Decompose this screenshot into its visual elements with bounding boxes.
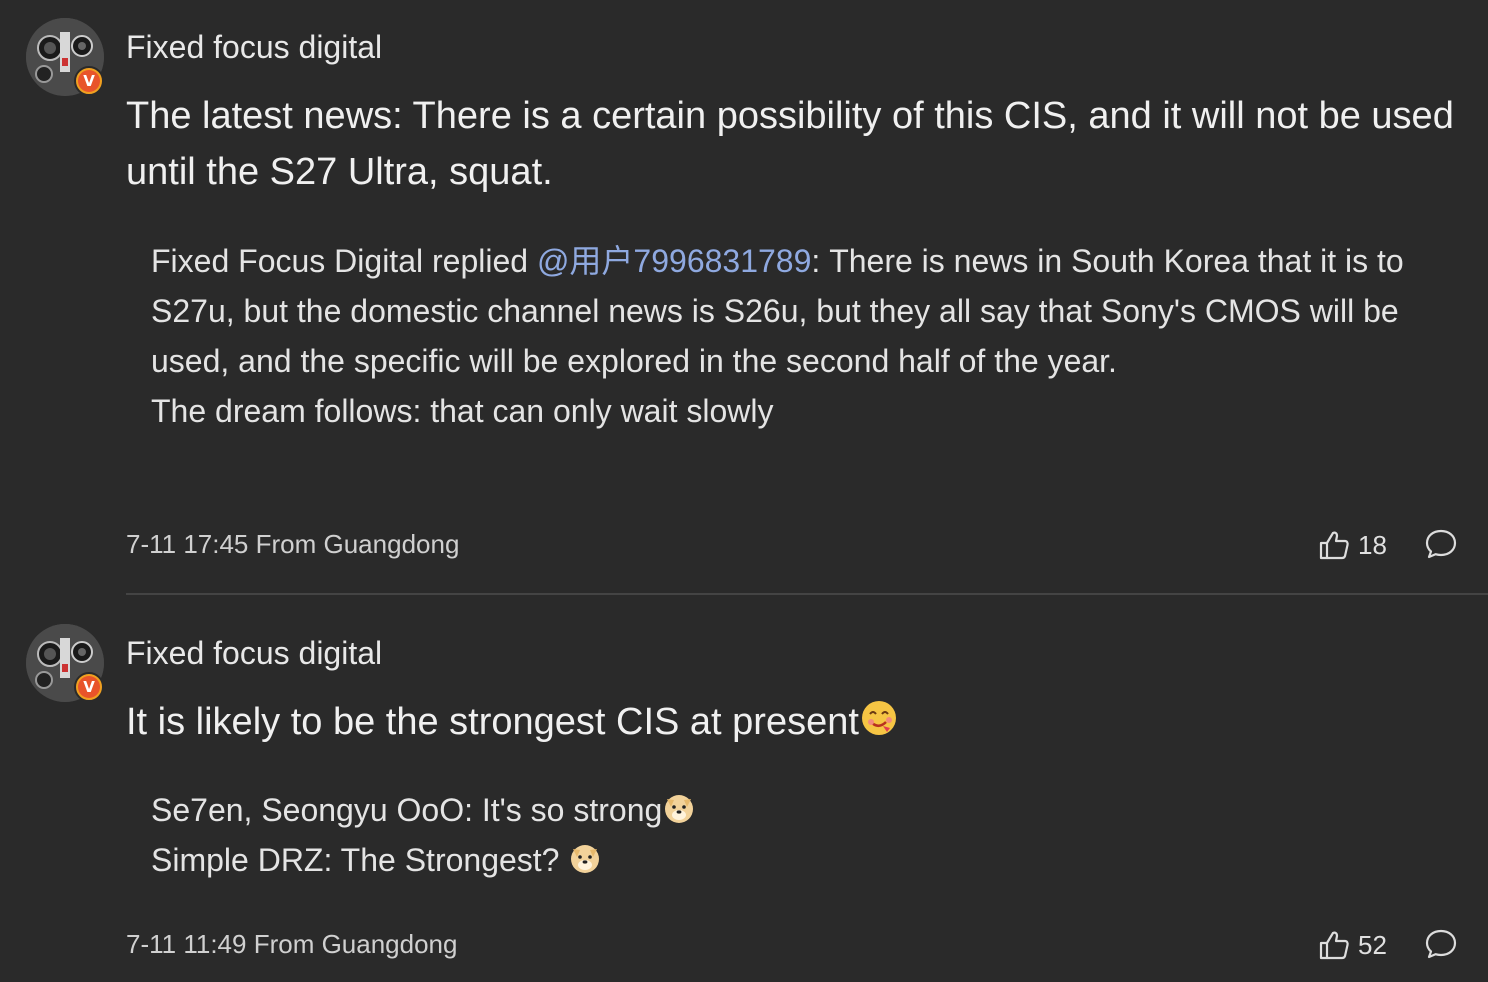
verified-badge-icon: V	[74, 66, 104, 96]
like-count: 52	[1358, 929, 1387, 960]
reply-bubble-icon[interactable]	[1424, 927, 1458, 961]
reply-bubble-icon[interactable]	[1424, 527, 1458, 561]
thumbs-up-icon	[1319, 931, 1349, 960]
reply-item[interactable]: Se7en, Seongyu OoO: It's so strong	[151, 785, 1441, 835]
reply-list[interactable]: Se7en, Seongyu OoO: It's so strong Simpl…	[151, 785, 1441, 885]
reply-item[interactable]: The dream follows: that can only wait sl…	[151, 386, 1441, 436]
like-button[interactable]: 52	[1318, 928, 1387, 962]
comment-author[interactable]: Fixed focus digital	[126, 27, 382, 67]
comment-timestamp: 7-11 11:49 From Guangdong	[126, 929, 458, 959]
drooling-face-emoji	[861, 701, 896, 735]
thumbs-up-icon	[1319, 531, 1349, 560]
avatar[interactable]: V	[26, 624, 104, 702]
like-button[interactable]: 18	[1318, 528, 1387, 562]
reply-item[interactable]: Fixed Focus Digital replied @用户799683178…	[151, 236, 1441, 386]
doge-emoji	[665, 795, 694, 823]
comment-text: The latest news: There is a certain poss…	[126, 95, 1454, 193]
reply-list[interactable]: Fixed Focus Digital replied @用户799683178…	[151, 236, 1441, 436]
user-mention-link[interactable]: @用户7996831789	[537, 243, 811, 279]
avatar[interactable]: V	[26, 18, 104, 96]
reply-item[interactable]: Simple DRZ: The Strongest?	[151, 835, 1441, 885]
comment-item: V Fixed focus digital It is likely to be…	[0, 594, 1488, 982]
comment-timestamp: 7-11 17:45 From Guangdong	[126, 529, 460, 559]
like-count: 18	[1358, 529, 1387, 560]
comment-item: V Fixed focus digital The latest news: T…	[0, 0, 1488, 594]
comment-author[interactable]: Fixed focus digital	[126, 633, 382, 673]
comment-text: It is likely to be the strongest CIS at …	[126, 694, 1456, 750]
doge-emoji	[571, 845, 600, 873]
verified-badge-icon: V	[74, 672, 104, 702]
